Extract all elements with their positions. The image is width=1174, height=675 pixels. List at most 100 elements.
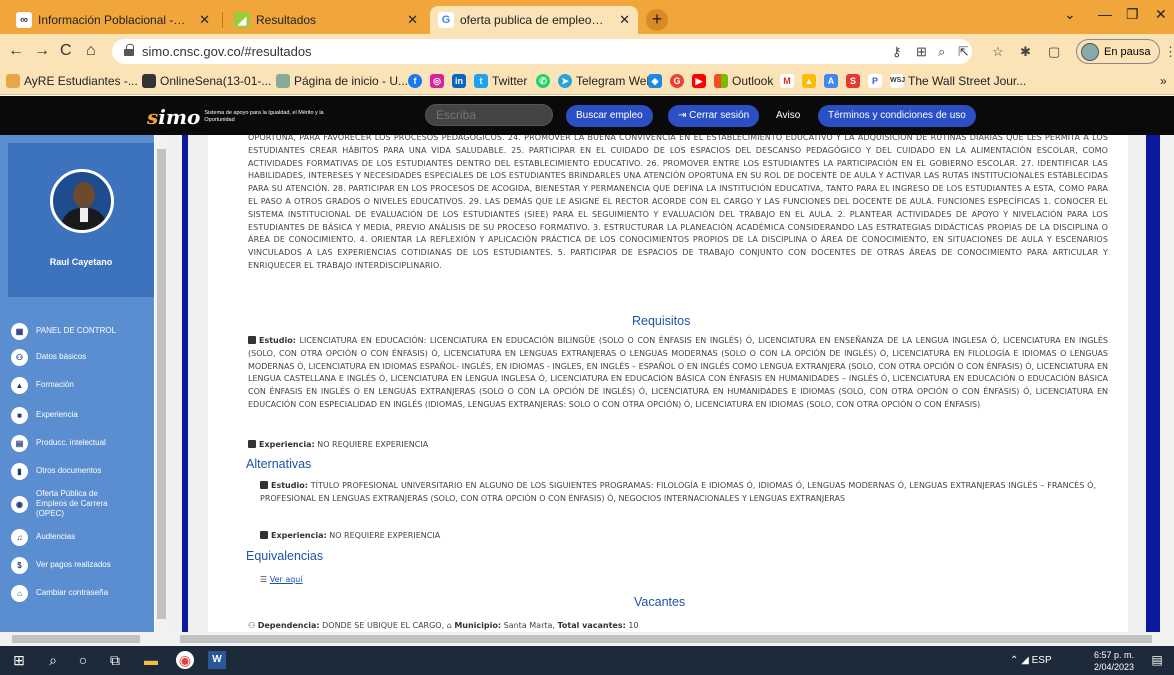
bookmark-item[interactable]: ➤ Telegram Web [558,74,653,88]
ver-aqui-link[interactable]: Ver aquí [270,575,303,584]
drive-triangle-icon[interactable]: ▲ [802,74,816,88]
new-tab-button[interactable]: + [646,9,668,31]
back-button[interactable]: ← [8,42,24,60]
sidebar-scrollbar[interactable] [155,135,168,632]
sidebar-item-panel[interactable]: ▦ PANEL DE CONTROL [8,317,154,345]
google-icon[interactable]: G [670,74,684,88]
forward-button[interactable]: → [34,42,50,60]
translate-icon[interactable]: ⊞ [916,44,927,60]
bookmark-item[interactable]: Página de inicio - U... [276,74,408,88]
whatsapp-icon[interactable]: ✆ [536,74,550,88]
zoom-icon[interactable]: ⌕ [938,44,945,60]
system-tray[interactable]: ⌃ ◢ ESP [1010,655,1052,666]
tab-snies[interactable]: ∞ Información Poblacional - SNIES ✕ [8,6,218,34]
notifications-icon[interactable]: ▤ [1148,651,1166,669]
alt-experiencia-label: Experiencia: [271,531,327,540]
translate-bm-icon[interactable]: A [824,74,838,88]
bookmark-item[interactable]: Outlook [714,74,773,88]
funciones-text: OPORTUNA, PARA FAVORECER LOS PROCESOS PE… [248,135,1108,270]
sidebar-item-datos[interactable]: ⚇ Datos básicos [8,343,154,371]
bookmark-star-icon[interactable]: ☆ [992,44,1004,60]
total-label: Total vacantes: [557,621,626,630]
document-icon: ▮ [11,462,28,480]
sidebar-item-experiencia[interactable]: ■ Experiencia [8,401,154,429]
close-window-button[interactable]: ✕ [1155,6,1167,23]
sidebar-item-pagos[interactable]: $ Ver pagos realizados [8,551,154,579]
profile-card: Raul Cayetano [8,143,154,297]
simo-logo[interactable]: simo Sistema de apoyo para la Igualdad, … [147,105,324,129]
experiencia-block: Experiencia: NO REQUIERE EXPERIENCIA [248,439,1108,452]
s-icon[interactable]: S [846,74,860,88]
close-icon[interactable]: ✕ [619,12,630,28]
experiencia-text: NO REQUIERE EXPERIENCIA [317,440,429,449]
bookmark-item[interactable]: AyRE Estudiantes -... [6,74,138,88]
tab-resultados[interactable]: ◢ Resultados ✕ [226,6,426,34]
tab-oferta[interactable]: G oferta publica de empleos de car ✕ [430,6,638,34]
extensions-icon[interactable]: ✱ [1020,44,1031,60]
sidepanel-icon[interactable]: ▢ [1048,44,1060,60]
sidebar-scroll-thumb[interactable] [157,149,166,619]
simo-icon: ◢ [234,12,250,28]
chevron-up-icon[interactable]: ⌃ [1010,655,1018,666]
cerrar-sesion-button[interactable]: ⇥ Cerrar sesión [668,105,760,127]
bookmark-item[interactable]: WSJ The Wall Street Jour... [890,74,1026,88]
sidebar-item-opec[interactable]: ◉ Oferta Pública de Empleos de Carrera (O… [8,487,154,521]
graduation-cap-icon [248,336,256,344]
language-indicator[interactable]: ESP [1032,655,1052,666]
search-icon[interactable]: ⌕ [44,651,62,669]
bookmark-item[interactable]: OnlineSena(13-01-... [142,74,271,88]
linkedin-icon[interactable]: in [452,74,466,88]
sidebar-item-audiencias[interactable]: ♫ Audiencias [8,523,154,551]
cortana-icon[interactable]: ○ [74,651,92,669]
search-input[interactable] [425,104,553,126]
task-view-icon[interactable]: ⧉ [106,651,124,669]
main-scrollbar[interactable] [1160,135,1174,632]
requisitos-heading: Requisitos [632,314,691,328]
address-bar[interactable]: simo.cnsc.gov.co/#resultados ⚷ ⊞ ⌕ ⇱ [112,39,972,64]
alt-estudio-text: TÍTULO PROFESIONAL UNIVERSITARIO EN ALGU… [260,481,1096,503]
audience-icon: ♫ [11,528,28,546]
gmail-icon[interactable]: M [780,74,794,88]
dependencia-text: DONDE SE UBIQUE EL CARGO, [322,621,445,630]
chrome-icon[interactable]: ◉ [176,651,194,669]
sidebar-item-formacion[interactable]: ▲ Formación [8,371,154,399]
word-icon[interactable]: W [208,651,226,669]
sidebar-item-produccion[interactable]: ▤ Producc. intelectual [8,429,154,457]
tab-search-icon[interactable]: ⌄ [1064,6,1076,23]
key-icon[interactable]: ⚷ [892,44,902,60]
users-icon: ⚇ [248,621,258,630]
more-bookmarks-icon[interactable]: » [1160,74,1167,88]
drive-icon[interactable]: ◆ [648,74,662,88]
bookmark-label: Outlook [732,74,774,88]
windows-start-icon[interactable]: ⊞ [10,651,28,669]
network-icon[interactable]: ◢ [1021,655,1031,666]
reload-button[interactable]: C [60,42,72,60]
clock[interactable]: 6:57 p. m. 2/04/2023 [1082,649,1134,673]
minimize-button[interactable]: — [1098,6,1112,22]
instagram-icon[interactable]: ◎ [430,74,444,88]
sidebar-item-label: Ver pagos realizados [36,560,111,569]
close-icon[interactable]: ✕ [407,12,418,28]
sidebar-item-contrasena[interactable]: ⌂ Cambiar contraseña [8,579,154,607]
menu-icon[interactable]: ⋮ [1164,44,1174,60]
profile-button[interactable]: En pausa [1076,39,1160,64]
share-icon[interactable]: ⇱ [958,44,969,60]
facebook-icon[interactable]: f [408,74,422,88]
ver-aqui-row: ☰ Ver aquí [260,574,1120,587]
users-icon: ⚇ [11,348,28,366]
aviso-link[interactable]: Aviso [776,110,800,121]
horizontal-scrollbar[interactable] [0,632,1174,646]
restore-button[interactable]: ❐ [1126,6,1139,23]
bookmark-item[interactable]: t Twitter [474,74,527,88]
home-button[interactable]: ⌂ [86,42,96,60]
close-icon[interactable]: ✕ [199,12,210,28]
p-icon[interactable]: P [868,74,882,88]
site-header: simo Sistema de apoyo para la Igualdad, … [0,96,1174,135]
buscar-empleo-button[interactable]: Buscar empleo [566,105,653,127]
sidebar-item-documentos[interactable]: ▮ Otros documentos [8,457,154,485]
main-hscroll-thumb[interactable] [180,635,1152,643]
youtube-icon[interactable]: ▶ [692,74,706,88]
file-explorer-icon[interactable]: ▬ [142,651,160,669]
sidebar-hscroll-thumb[interactable] [12,635,140,643]
terminos-button[interactable]: Términos y condiciones de uso [818,105,976,127]
